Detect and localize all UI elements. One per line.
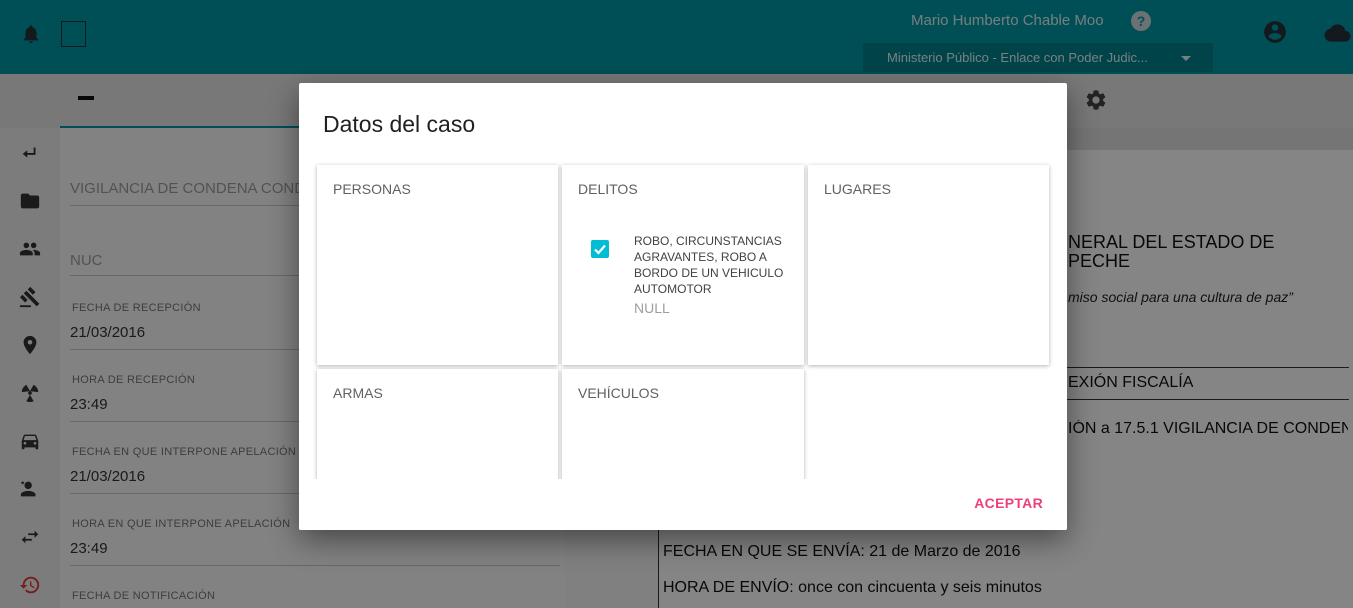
card-armas: ARMAS bbox=[317, 369, 558, 489]
card-title: LUGARES bbox=[824, 181, 891, 197]
dialog-actions bbox=[299, 479, 1067, 530]
card-title: VEHÍCULOS bbox=[578, 385, 659, 401]
card-title: ARMAS bbox=[333, 385, 383, 401]
card-personas: PERSONAS bbox=[317, 165, 558, 365]
accept-button[interactable]: ACEPTAR bbox=[974, 495, 1043, 511]
card-delitos: DELITOS ROBO, CIRCUNSTANCIAS AGRAVANTES,… bbox=[562, 165, 804, 365]
card-lugares: LUGARES bbox=[808, 165, 1049, 365]
case-data-dialog: Datos del caso PERSONAS DELITOS ROBO, CI… bbox=[299, 83, 1067, 530]
card-title: PERSONAS bbox=[333, 181, 411, 197]
card-vehiculos: VEHÍCULOS bbox=[562, 369, 804, 489]
crime-checkbox[interactable] bbox=[591, 240, 609, 258]
dialog-title: Datos del caso bbox=[323, 111, 476, 137]
check-icon bbox=[594, 244, 606, 255]
card-title: DELITOS bbox=[578, 181, 638, 197]
crime-name: ROBO, CIRCUNSTANCIAS AGRAVANTES, ROBO A … bbox=[634, 234, 784, 296]
crime-detail: NULL bbox=[634, 300, 670, 316]
